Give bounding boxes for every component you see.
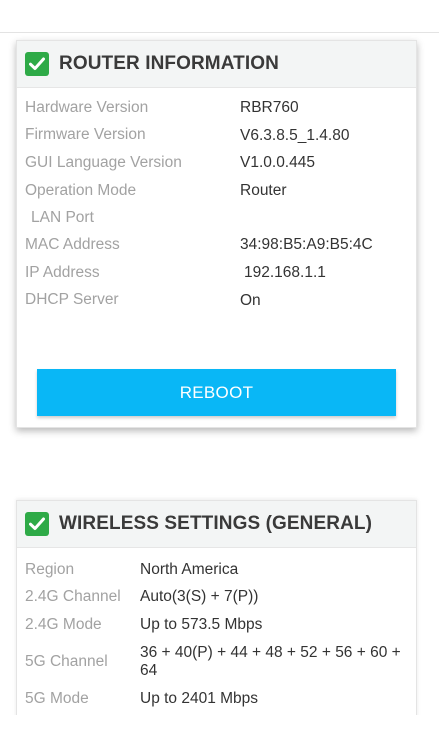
hardware-version-label: Hardware Version — [25, 99, 149, 116]
operation-mode-value: Router — [240, 182, 287, 199]
channel-5g-value-line1: 36 + 40(P) + 44 + 48 + 52 + 56 + 60 + — [140, 644, 401, 661]
mac-address-value: 34:98:B5:A9:B5:4C — [240, 236, 373, 253]
hardware-version-value: RBR760 — [240, 99, 299, 116]
firmware-version-value: V6.3.8.5_1.4.80 — [240, 127, 350, 144]
region-value: North America — [140, 561, 239, 578]
region-label: Region — [25, 561, 75, 578]
channel-24g-label: 2.4G Channel — [25, 588, 121, 605]
mode-5g-value: Up to 2401 Mbps — [140, 690, 259, 707]
gui-language-version-value: V1.0.0.445 — [240, 154, 315, 171]
channel-5g-value-line2: 64 — [140, 662, 158, 679]
mode-24g-value: Up to 573.5 Mbps — [140, 616, 263, 633]
top-divider — [0, 32, 439, 33]
channel-5g-label: 5G Channel — [25, 653, 108, 670]
wireless-settings-title: WIRELESS SETTINGS (GENERAL) — [59, 513, 373, 534]
check-icon — [25, 52, 49, 76]
dhcp-server-label: DHCP Server — [25, 291, 119, 308]
operation-mode-label: Operation Mode — [25, 182, 137, 199]
mode-5g-label: 5G Mode — [25, 690, 89, 707]
ip-address-label: IP Address — [25, 264, 100, 281]
reboot-button[interactable]: REBOOT — [37, 369, 396, 416]
wireless-settings-header: WIRELESS SETTINGS (GENERAL) — [17, 501, 416, 548]
router-information-title: ROUTER INFORMATION — [59, 53, 279, 74]
gui-language-version-label: GUI Language Version — [25, 154, 182, 171]
mac-address-label: MAC Address — [25, 236, 120, 253]
router-information-card: ROUTER INFORMATION Hardware Version RBR7… — [16, 40, 417, 428]
firmware-version-label: Firmware Version — [25, 126, 146, 143]
channel-24g-value: Auto(3(S) + 7(P)) — [140, 588, 259, 605]
lan-port-label: LAN Port — [31, 209, 94, 226]
page-bottom-cutoff — [0, 715, 439, 751]
ip-address-value: 192.168.1.1 — [244, 264, 326, 281]
check-icon — [25, 512, 49, 536]
mode-24g-label: 2.4G Mode — [25, 616, 102, 633]
router-information-header: ROUTER INFORMATION — [17, 41, 416, 88]
wireless-settings-card: WIRELESS SETTINGS (GENERAL) Region North… — [16, 500, 417, 740]
dhcp-server-value: On — [240, 292, 261, 309]
